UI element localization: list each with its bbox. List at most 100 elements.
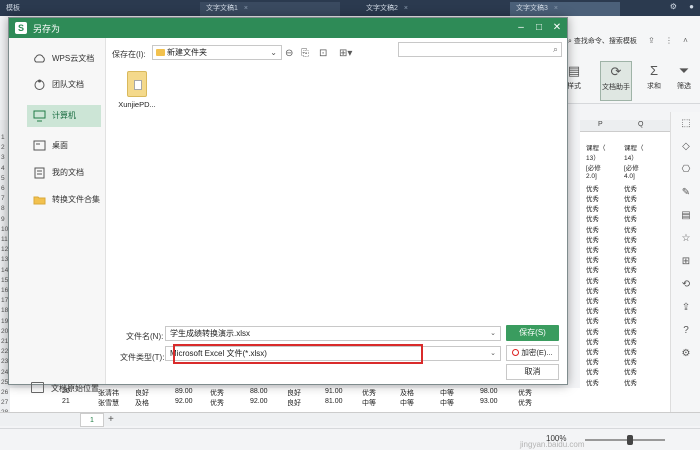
doc-assistant-button[interactable]: ⟳ 文档助手 bbox=[600, 61, 632, 101]
table-cell[interactable]: 优秀 bbox=[624, 326, 637, 336]
table-cell[interactable]: 优秀 bbox=[586, 285, 599, 295]
table-cell[interactable]: 优秀 bbox=[586, 254, 599, 264]
table-cell[interactable]: 13） bbox=[586, 152, 600, 162]
table-cell[interactable]: 优秀 bbox=[586, 315, 599, 325]
table-cell[interactable]: 优秀 bbox=[586, 234, 599, 244]
pen-icon[interactable]: ✎ bbox=[671, 181, 700, 204]
table-cell[interactable]: 中等 bbox=[362, 398, 376, 408]
table-cell[interactable]: 2.0] bbox=[586, 173, 597, 180]
table-cell[interactable]: 及格 bbox=[135, 398, 149, 408]
table-cell[interactable]: 中等 bbox=[440, 388, 454, 398]
table-cell[interactable]: 良好 bbox=[287, 398, 301, 408]
new-folder-icon[interactable]: ⊡ bbox=[319, 48, 327, 59]
cancel-button[interactable]: 取消 bbox=[506, 364, 559, 380]
table-cell[interactable]: 优秀 bbox=[624, 346, 637, 356]
zoom-slider-handle[interactable] bbox=[627, 435, 633, 445]
sidebar-item-wps-cloud[interactable]: WPS云文档 bbox=[27, 48, 101, 70]
table-cell[interactable]: 良好 bbox=[135, 388, 149, 398]
chart-icon[interactable]: ⊞ bbox=[671, 250, 700, 273]
tab-templates[interactable]: 模板 bbox=[0, 2, 30, 16]
view-mode-icon[interactable]: ⊞▾ bbox=[339, 48, 352, 59]
table-cell[interactable]: 优秀 bbox=[586, 346, 599, 356]
row-header[interactable]: 1 bbox=[1, 134, 5, 141]
row-header[interactable]: 4 bbox=[1, 165, 5, 172]
minimize-icon[interactable]: – bbox=[513, 20, 529, 36]
table-cell[interactable]: 优秀 bbox=[518, 388, 532, 398]
back-icon[interactable]: ⊖ bbox=[285, 48, 293, 59]
table-cell[interactable]: 优秀 bbox=[624, 213, 637, 223]
column-header[interactable]: P bbox=[598, 121, 603, 128]
table-cell[interactable]: 21 bbox=[62, 398, 70, 405]
close-icon[interactable]: ✕ bbox=[549, 20, 565, 36]
table-cell[interactable]: 优秀 bbox=[586, 336, 599, 346]
gear-icon[interactable]: ⚙ bbox=[670, 2, 677, 11]
table-cell[interactable]: 优秀 bbox=[586, 366, 599, 376]
table-cell[interactable]: 优秀 bbox=[586, 305, 599, 315]
row-header[interactable]: 8 bbox=[1, 205, 5, 212]
command-search[interactable]: ⌕ 查找命令、搜索模板 bbox=[568, 36, 637, 46]
add-sheet-icon[interactable]: + bbox=[108, 413, 114, 427]
sheet-cells[interactable]: 课程（ 课程（ 13） 14） [必修 [必修 2.0] 4.0] 优秀 优秀 优秀 优秀 优秀 优秀 优秀… bbox=[580, 132, 670, 412]
sidebar-item-computer[interactable]: 计算机 bbox=[27, 105, 101, 127]
table-cell[interactable]: 中等 bbox=[400, 398, 414, 408]
file-item[interactable]: XunjiePD... bbox=[115, 71, 159, 109]
close-icon[interactable]: × bbox=[244, 5, 248, 12]
close-icon[interactable]: × bbox=[554, 5, 558, 12]
tab-document-3[interactable]: 文字文稿3 × bbox=[510, 2, 620, 16]
close-icon[interactable]: × bbox=[404, 5, 408, 12]
table-cell[interactable]: 优秀 bbox=[518, 398, 532, 408]
table-cell[interactable]: [必修 bbox=[586, 162, 601, 172]
column-header[interactable]: Q bbox=[638, 121, 643, 128]
table-cell[interactable]: 4.0] bbox=[624, 173, 635, 180]
table-cell[interactable]: 优秀 bbox=[586, 244, 599, 254]
tab-document-2[interactable]: 文字文稿2 × bbox=[360, 2, 500, 16]
table-cell[interactable]: 优秀 bbox=[624, 315, 637, 325]
sidebar-item-my-documents[interactable]: 我的文档 bbox=[27, 162, 101, 184]
search-input[interactable]: ⌕ bbox=[398, 42, 562, 57]
table-cell[interactable]: 优秀 bbox=[586, 193, 599, 203]
table-cell[interactable]: [必修 bbox=[624, 162, 639, 172]
row-header[interactable]: 9 bbox=[1, 216, 5, 223]
maximize-icon[interactable]: □ bbox=[531, 20, 547, 36]
sidebar-item-team-docs[interactable]: 团队文档 bbox=[27, 74, 101, 96]
table-cell[interactable]: 93.00 bbox=[480, 398, 498, 405]
filter-button[interactable]: ⏷ 筛选 bbox=[668, 61, 700, 101]
table-cell[interactable]: 优秀 bbox=[586, 356, 599, 366]
select-icon[interactable]: ⬚ bbox=[671, 112, 700, 135]
table-cell[interactable]: 优秀 bbox=[624, 336, 637, 346]
table-cell[interactable]: 98.00 bbox=[480, 388, 498, 395]
table-cell[interactable]: 优秀 bbox=[586, 275, 599, 285]
table-cell[interactable]: 优秀 bbox=[624, 295, 637, 305]
row-header[interactable]: 11 bbox=[1, 236, 8, 243]
style-icon[interactable]: ⎔ bbox=[671, 158, 700, 181]
table-cell[interactable]: 及格 bbox=[400, 388, 414, 398]
table-cell[interactable]: 优秀 bbox=[624, 366, 637, 376]
table-cell[interactable]: 中等 bbox=[440, 398, 454, 408]
settings-icon[interactable]: ⚙ bbox=[671, 342, 700, 365]
table-cell[interactable]: 优秀 bbox=[624, 377, 637, 387]
row-header[interactable]: 5 bbox=[1, 175, 5, 182]
table-cell[interactable]: 优秀 bbox=[624, 356, 637, 366]
backup-icon[interactable]: ⟲ bbox=[671, 273, 700, 296]
table-cell[interactable]: 89.00 bbox=[175, 388, 193, 395]
star-icon[interactable]: ☆ bbox=[671, 227, 700, 250]
table-cell[interactable]: 优秀 bbox=[624, 305, 637, 315]
table-cell[interactable]: 优秀 bbox=[586, 183, 599, 193]
table-cell[interactable]: 优秀 bbox=[624, 234, 637, 244]
table-cell[interactable]: 优秀 bbox=[624, 203, 637, 213]
table-cell[interactable]: 优秀 bbox=[210, 388, 224, 398]
user-icon[interactable]: ● bbox=[689, 2, 694, 11]
table-cell[interactable]: 优秀 bbox=[210, 398, 224, 408]
table-cell[interactable]: 88.00 bbox=[250, 388, 268, 395]
table-cell[interactable]: 优秀 bbox=[586, 224, 599, 234]
row-header[interactable]: 7 bbox=[1, 195, 5, 202]
table-cell[interactable]: 张清祎 bbox=[98, 388, 119, 398]
table-cell[interactable]: 优秀 bbox=[624, 183, 637, 193]
sidebar-item-desktop[interactable]: 桌面 bbox=[27, 135, 101, 157]
save-button[interactable]: 保存(S) bbox=[506, 325, 559, 341]
table-cell[interactable]: 优秀 bbox=[624, 275, 637, 285]
shape-icon[interactable]: ◇ bbox=[671, 135, 700, 158]
table-cell[interactable]: 优秀 bbox=[586, 326, 599, 336]
filename-input[interactable]: 学生成绩转换演示.xlsx ⌄ bbox=[165, 326, 501, 341]
chevron-up-icon[interactable]: ˄ bbox=[683, 36, 688, 45]
